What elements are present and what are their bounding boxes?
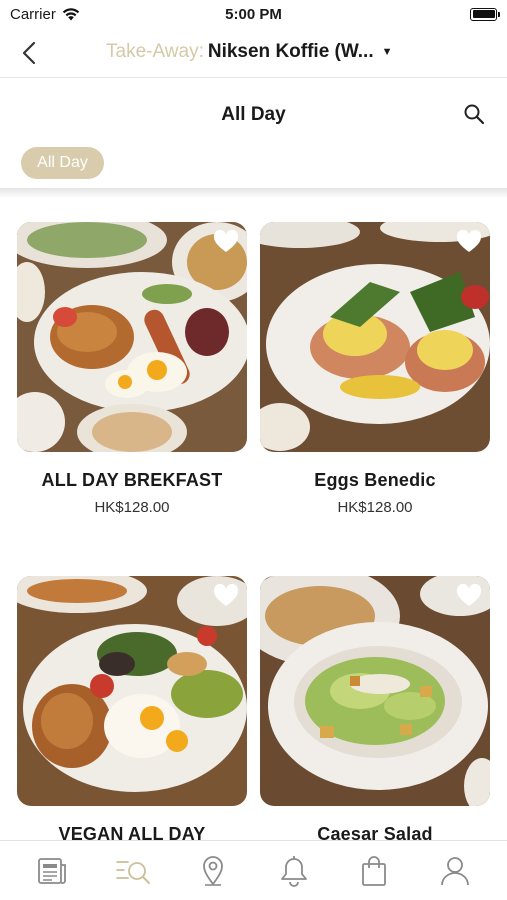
carrier-label: Carrier: [10, 5, 56, 23]
product-image[interactable]: [17, 222, 247, 452]
search-icon[interactable]: [462, 102, 486, 126]
menu-search-icon: [115, 860, 150, 884]
product-card[interactable]: ALL DAY BREKFAST HK$128.00: [17, 222, 247, 516]
location-pin-icon: [203, 855, 224, 886]
nav-bar: Take-Away: Niksen Koffie (W... ▼: [0, 28, 507, 78]
tab-bar: [0, 840, 507, 900]
caesar-salad-photo: [260, 576, 490, 806]
vegan-all-day-photo: [17, 576, 247, 806]
product-image[interactable]: [17, 576, 247, 806]
shopping-bag-icon: [362, 855, 387, 886]
dropdown-caret-icon: ▼: [381, 46, 393, 58]
header-divider: [0, 188, 507, 198]
tab-news[interactable]: [31, 850, 73, 892]
category-title: All Day: [221, 104, 286, 125]
store-name: Niksen Koffie (W...: [207, 41, 374, 62]
battery-icon: [470, 7, 500, 21]
product-card[interactable]: Caesar Salad: [260, 576, 490, 853]
profile-icon: [440, 856, 469, 885]
store-selector[interactable]: Take-Away: Niksen Koffie (W... ▼: [106, 41, 393, 63]
product-name: Eggs Benedic: [314, 470, 436, 490]
back-chevron-icon[interactable]: [18, 40, 42, 66]
wifi-icon: [62, 7, 80, 20]
favorite-heart-icon[interactable]: [213, 230, 239, 254]
favorite-heart-icon[interactable]: [456, 230, 482, 254]
tab-cart[interactable]: [353, 850, 395, 892]
product-price: HK$128.00: [94, 499, 170, 516]
status-bar: Carrier 5:00 PM: [0, 0, 507, 28]
status-left: Carrier: [10, 6, 80, 23]
tab-notifications[interactable]: [273, 850, 315, 892]
all-day-breakfast-photo: [17, 222, 247, 452]
product-name: ALL DAY BREKFAST: [41, 470, 223, 490]
product-card[interactable]: VEGAN ALL DAY: [17, 576, 247, 853]
tab-menu[interactable]: [112, 850, 154, 892]
bell-icon: [280, 855, 307, 887]
order-type-label: Take-Away:: [106, 41, 204, 62]
favorite-heart-icon[interactable]: [456, 584, 482, 608]
product-price: HK$128.00: [337, 499, 413, 516]
product-image[interactable]: [260, 576, 490, 806]
product-image[interactable]: [260, 222, 490, 452]
product-card[interactable]: Eggs Benedic HK$128.00: [260, 222, 490, 516]
news-icon: [38, 857, 67, 884]
filter-chip-all-day[interactable]: All Day: [21, 147, 104, 179]
tab-profile[interactable]: [434, 850, 476, 892]
status-time: 5:00 PM: [225, 5, 282, 23]
favorite-heart-icon[interactable]: [213, 584, 239, 608]
eggs-benedict-photo: [260, 222, 490, 452]
tab-stores[interactable]: [192, 850, 234, 892]
